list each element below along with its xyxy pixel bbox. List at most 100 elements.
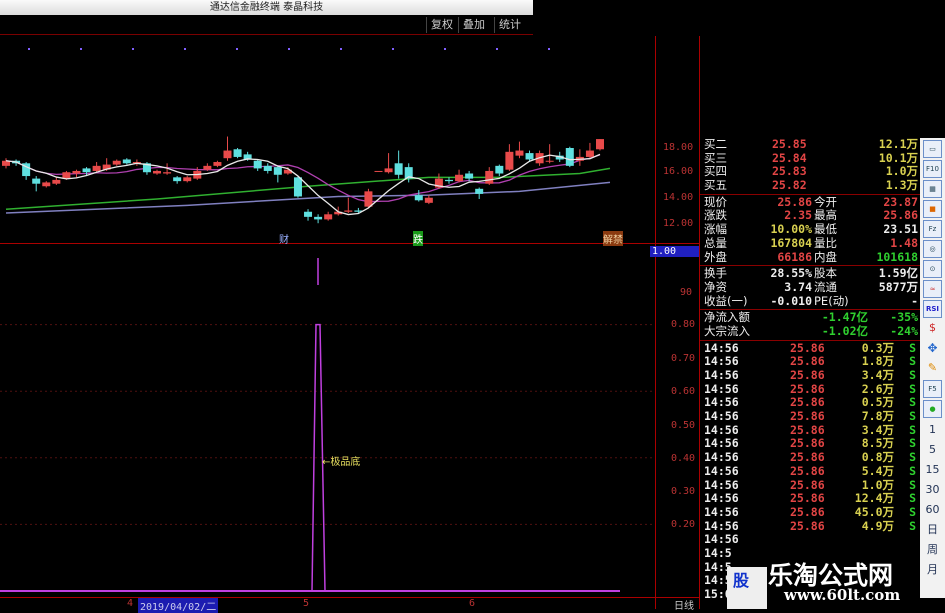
tick-side: S xyxy=(909,463,916,478)
f-icon[interactable]: Fz xyxy=(923,220,942,238)
axis-divider xyxy=(655,36,656,609)
period-button[interactable]: 30 xyxy=(920,480,945,500)
f5-icon[interactable]: F5 xyxy=(923,380,942,398)
tick-time: 14:56 xyxy=(704,422,739,437)
signal-dot xyxy=(288,48,290,50)
quote-row: 净流入额 -1.47亿 -35% xyxy=(700,311,920,325)
quote-row: 14:56 25.86 2.6万 S xyxy=(700,381,920,397)
signal-dot xyxy=(28,48,30,50)
pencil-icon[interactable]: ✎ xyxy=(923,360,942,378)
quote-row: 买五 25.82 1.3万 xyxy=(700,178,920,193)
tick-price: 25.86 xyxy=(790,381,825,396)
unlock-marker[interactable]: 解禁 xyxy=(603,231,623,246)
period-label[interactable]: 日线 xyxy=(674,597,694,612)
period-button[interactable]: 60 xyxy=(920,500,945,520)
quote-row: 14:56 25.86 5.4万 S xyxy=(700,463,920,479)
signal-dot xyxy=(340,48,342,50)
ma60-line xyxy=(5,181,611,214)
candle-body xyxy=(72,170,81,174)
quote-row: 现价 25.86 今开 23.87 xyxy=(700,194,920,210)
indicator-current-value: 1.00 xyxy=(650,246,699,257)
finance-marker[interactable]: 财 xyxy=(279,231,289,246)
quote-row: 换手 28.55% 股本 1.59亿 xyxy=(700,266,920,281)
candle-body xyxy=(424,197,433,203)
quote-row: 买三 25.84 10.1万 xyxy=(700,150,920,166)
stat-value: 1.59亿 xyxy=(878,266,918,281)
period-button[interactable]: 15 xyxy=(920,460,945,480)
bid-price: 25.84 xyxy=(772,150,807,165)
candle-body xyxy=(455,174,464,182)
candle-body xyxy=(92,165,101,171)
stat-label: 换手 xyxy=(704,266,727,281)
stat-value: 167804 xyxy=(770,235,812,250)
stat-label: 内盘 xyxy=(814,249,837,264)
period-button[interactable]: 日 xyxy=(920,520,945,540)
dial-icon[interactable]: ◎ xyxy=(923,240,942,258)
cursor-date: 2019/04/02/二 xyxy=(138,598,219,613)
quote-row: 14:56 25.86 3.4万 S xyxy=(700,368,920,383)
period-button[interactable]: 5 xyxy=(920,440,945,460)
candle-body xyxy=(596,139,604,150)
move-icon[interactable]: ✥ xyxy=(923,340,942,358)
quote-row: 14:56 25.86 0.5万 S xyxy=(700,396,920,410)
stat-value: 3.74 xyxy=(784,279,812,294)
drop-marker[interactable]: 跌 xyxy=(413,231,423,246)
month-label: 5 xyxy=(303,598,310,609)
f10-icon[interactable]: F10 xyxy=(923,160,942,178)
tick-volume: 1.0万 xyxy=(861,477,894,492)
tick-time: 14:56 xyxy=(704,381,739,396)
candle-body xyxy=(364,191,373,207)
stat-label: PE(动) xyxy=(814,293,849,308)
signal-dot xyxy=(132,48,134,50)
indicator-tick: 0.30 xyxy=(671,486,696,497)
tick-time: 14:56 xyxy=(704,409,739,424)
stat-label: 涨幅 xyxy=(704,222,727,237)
rsi-icon[interactable]: RSI xyxy=(923,300,942,318)
info-icon[interactable]: ▭ xyxy=(923,140,942,158)
month-label: 6 xyxy=(469,598,476,609)
price-tick: 14.00 xyxy=(663,192,694,203)
period-button[interactable]: 月 xyxy=(920,560,945,580)
stat-value: - xyxy=(911,293,918,308)
period-button[interactable]: 1 xyxy=(920,420,945,440)
dollar-icon[interactable]: $ xyxy=(923,320,942,338)
tick-side: S xyxy=(909,477,916,492)
flow-amount: -1.02亿 xyxy=(821,323,868,338)
eye-icon[interactable]: ⊙ xyxy=(923,260,942,278)
quote-row: 14:56 25.86 3.4万 S xyxy=(700,422,920,438)
tick-price: 25.86 xyxy=(790,450,825,465)
candle-body xyxy=(263,165,272,171)
tick-time: 14:56 xyxy=(704,532,739,547)
candle-body xyxy=(374,170,383,172)
quote-row: 14:56 25.86 12.4万 S xyxy=(700,491,920,506)
indicator-tick: 0.60 xyxy=(671,386,696,397)
tick-price: 25.86 xyxy=(790,504,825,519)
calendar-icon[interactable]: ■ xyxy=(923,200,942,218)
tool-sidebar: ▭ F10 ▦ ■ Fz ◎ ⊙ ≈ RSI $ ✥ ✎ F5 ● 1 5 15 30… xyxy=(920,138,945,598)
period-button[interactable]: 周 xyxy=(920,540,945,560)
indicator-tick: 90 xyxy=(680,287,693,298)
signal-dot xyxy=(496,48,498,50)
bid-label: 买五 xyxy=(704,178,727,193)
stat-label: 现价 xyxy=(704,194,727,209)
chart-icon[interactable]: ▦ xyxy=(923,180,942,198)
bid-label: 买四 xyxy=(704,164,727,179)
stat-label: 外盘 xyxy=(704,249,727,264)
flow-label: 净流入额 xyxy=(704,310,750,325)
kline-chart[interactable] xyxy=(0,30,655,610)
quote-row: 涨幅 10.00% 最低 23.51 xyxy=(700,222,920,237)
candle-body xyxy=(545,160,554,162)
wave-icon[interactable]: ≈ xyxy=(923,280,942,298)
green-icon[interactable]: ● xyxy=(923,400,942,418)
indicator-tick: 0.20 xyxy=(671,519,696,530)
tick-side: S xyxy=(909,436,916,451)
candle-body xyxy=(324,214,333,220)
tick-volume: 0.5万 xyxy=(861,395,894,410)
quote-row: 14:56 25.86 1.8万 S xyxy=(700,355,920,369)
tick-price: 25.86 xyxy=(790,409,825,424)
quote-row: 14:56 xyxy=(700,533,920,547)
indicator-tick: 0.70 xyxy=(671,353,696,364)
date-axis-line xyxy=(0,597,700,598)
price-tick: 18.00 xyxy=(663,142,694,153)
tick-side: S xyxy=(909,368,916,382)
